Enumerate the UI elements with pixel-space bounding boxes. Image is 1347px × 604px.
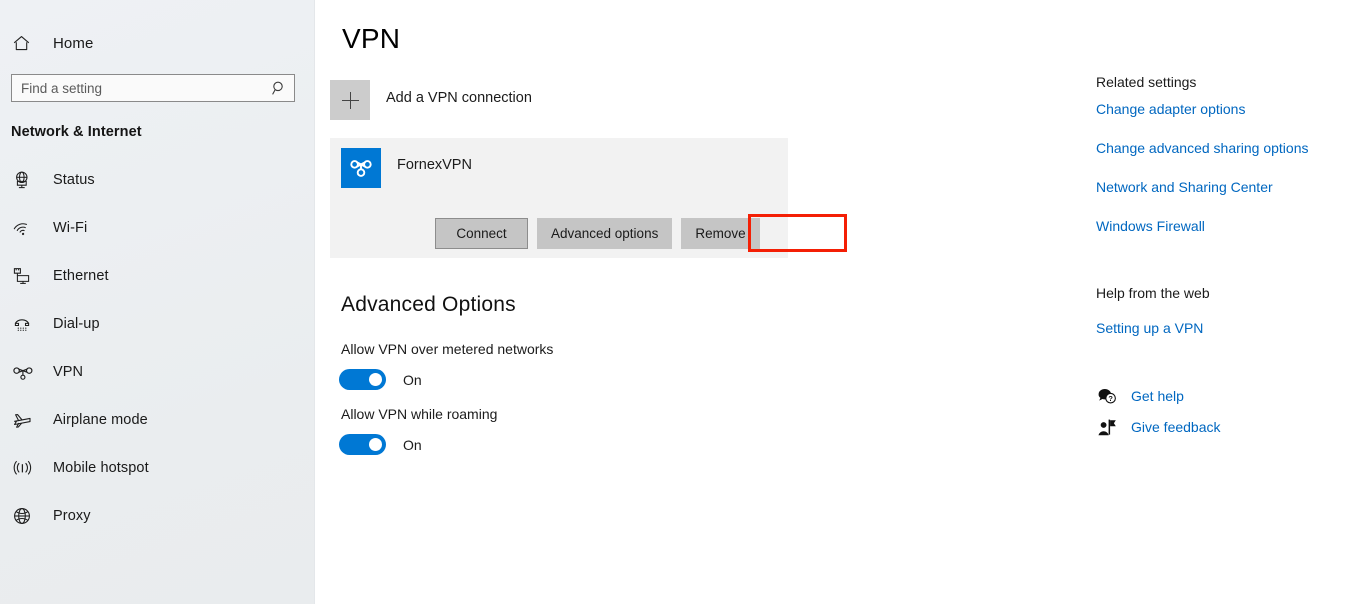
metered-networks-toggle[interactable] (339, 369, 386, 390)
sidebar-item-label: Proxy (53, 508, 91, 524)
roaming-toggle[interactable] (339, 434, 386, 455)
get-help-item[interactable]: ? Get help (1096, 385, 1184, 407)
sidebar-category-title: Network & Internet (11, 124, 142, 140)
home-label: Home (53, 34, 94, 52)
main-content: VPN Add a VPN connection FornexVPN Conne… (315, 0, 1347, 604)
sidebar-item-wifi[interactable]: Wi-Fi (0, 214, 315, 242)
globe-icon (12, 506, 38, 526)
sidebar-item-proxy[interactable]: Proxy (0, 502, 315, 530)
wifi-icon (12, 218, 38, 238)
sidebar-nav: Status Wi-Fi Ethernet Dial-up VPN Airpla… (0, 166, 315, 530)
sidebar-item-label: Status (53, 172, 95, 188)
sidebar-item-airplane-mode[interactable]: Airplane mode (0, 406, 315, 434)
ethernet-icon (12, 266, 38, 286)
advanced-options-title: Advanced Options (341, 293, 516, 316)
vpn-icon (12, 362, 38, 382)
svg-text:?: ? (1108, 394, 1113, 403)
dialup-phone-icon (12, 314, 38, 334)
sidebar-item-mobile-hotspot[interactable]: Mobile hotspot (0, 454, 315, 482)
link-setting-up-a-vpn[interactable]: Setting up a VPN (1096, 320, 1203, 336)
help-bubble-icon: ? (1096, 385, 1118, 407)
sidebar-item-label: Airplane mode (53, 412, 148, 428)
globe-monitor-icon (12, 170, 38, 190)
vpn-connection-header: FornexVPN (330, 138, 788, 188)
sidebar-item-label: Dial-up (53, 316, 100, 332)
vpn-knot-icon (341, 148, 381, 188)
metered-networks-label: Allow VPN over metered networks (341, 341, 554, 357)
link-change-adapter-options[interactable]: Change adapter options (1096, 101, 1245, 117)
vpn-connection-name: FornexVPN (397, 157, 472, 173)
sidebar: Home Network & Internet (0, 0, 315, 604)
link-network-and-sharing-center[interactable]: Network and Sharing Center (1096, 179, 1273, 195)
sidebar-item-ethernet[interactable]: Ethernet (0, 262, 315, 290)
get-help-label: Get help (1131, 388, 1184, 404)
remove-button[interactable]: Remove (681, 218, 760, 249)
sidebar-item-label: Mobile hotspot (53, 460, 149, 476)
sidebar-item-dial-up[interactable]: Dial-up (0, 310, 315, 338)
vpn-action-buttons: Connect Advanced options Remove (435, 218, 760, 249)
feedback-person-icon (1096, 416, 1118, 438)
add-vpn-connection-row[interactable]: Add a VPN connection (330, 72, 788, 128)
metered-networks-state: On (403, 371, 422, 388)
home-icon (12, 34, 40, 53)
metered-networks-toggle-row: On (339, 369, 422, 390)
vpn-connection-card[interactable]: FornexVPN Connect Advanced options Remov… (330, 138, 788, 258)
search-input[interactable] (11, 74, 295, 102)
search-container (11, 74, 295, 102)
page-title: VPN (342, 23, 401, 54)
sidebar-item-label: Wi-Fi (53, 220, 88, 236)
related-settings-panel: Related settings Change adapter options … (1096, 0, 1347, 604)
roaming-state: On (403, 436, 422, 453)
give-feedback-label: Give feedback (1131, 419, 1221, 435)
settings-window: Home Network & Internet (0, 0, 1347, 604)
roaming-toggle-row: On (339, 434, 422, 455)
help-from-web-heading: Help from the web (1096, 285, 1210, 301)
connect-button[interactable]: Connect (435, 218, 528, 249)
link-windows-firewall[interactable]: Windows Firewall (1096, 218, 1205, 234)
airplane-icon (12, 410, 38, 430)
sidebar-item-label: VPN (53, 364, 84, 380)
add-vpn-connection-label: Add a VPN connection (386, 90, 532, 106)
sidebar-item-status[interactable]: Status (0, 166, 315, 194)
related-settings-heading: Related settings (1096, 74, 1197, 90)
advanced-options-button[interactable]: Advanced options (537, 218, 673, 249)
give-feedback-item[interactable]: Give feedback (1096, 416, 1221, 438)
plus-icon (330, 80, 370, 120)
sidebar-item-vpn[interactable]: VPN (0, 358, 315, 386)
sidebar-item-home[interactable]: Home (0, 28, 315, 58)
roaming-label: Allow VPN while roaming (341, 406, 498, 422)
hotspot-icon (12, 458, 38, 478)
sidebar-item-label: Ethernet (53, 268, 109, 284)
link-change-advanced-sharing-options[interactable]: Change advanced sharing options (1096, 140, 1309, 156)
